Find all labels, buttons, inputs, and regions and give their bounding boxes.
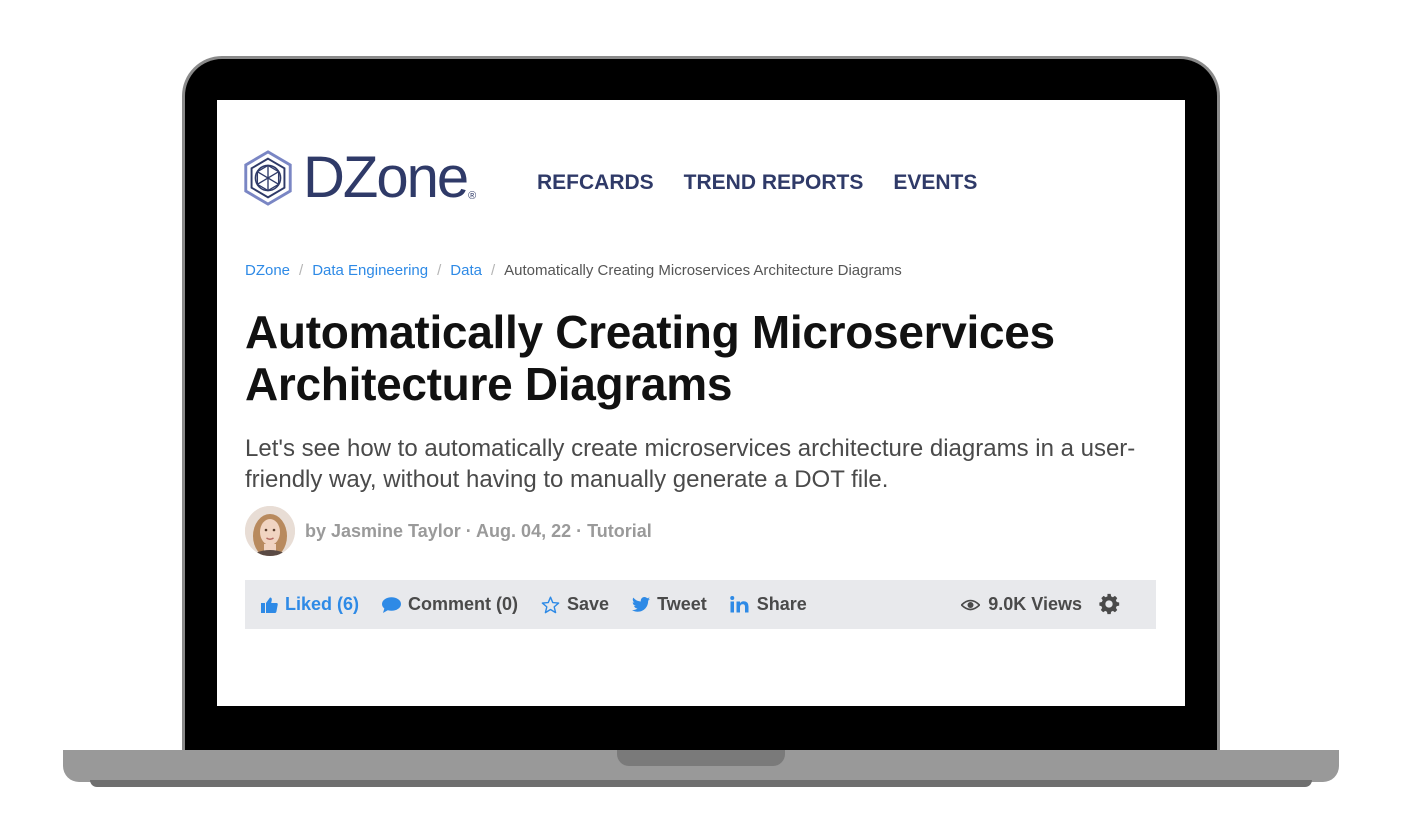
dzone-logo[interactable]: DZone ® [239, 145, 477, 210]
breadcrumb: DZone / Data Engineering / Data / Automa… [245, 262, 902, 279]
comment-label: Comment (0) [408, 594, 519, 614]
tweet-button[interactable]: Tweet [632, 594, 707, 615]
view-count: 9.0K Views [961, 594, 1082, 615]
star-outline-icon [541, 595, 560, 614]
nav-trend-reports[interactable]: TREND REPORTS [684, 171, 864, 195]
dzone-logo-icon [244, 150, 292, 206]
article-title-line1: Automatically Creating Microservices [245, 306, 1055, 358]
thumbs-up-icon [261, 597, 278, 613]
settings-gear-button[interactable] [1098, 593, 1120, 620]
breadcrumb-current: Automatically Creating Microservices Arc… [504, 262, 902, 279]
breadcrumb-separator: / [490, 262, 496, 279]
save-button[interactable]: Save [541, 594, 609, 615]
linkedin-share-button[interactable]: Share [730, 594, 807, 615]
comment-bubble-icon [382, 596, 402, 613]
logo-registered-mark: ® [468, 190, 477, 202]
author-row: by Jasmine Taylor · Aug. 04, 22 · Tutori… [245, 506, 652, 556]
breadcrumb-data-engineering[interactable]: Data Engineering [312, 262, 428, 279]
laptop-notch [617, 750, 785, 766]
twitter-bird-icon [632, 597, 651, 612]
breadcrumb-separator: / [299, 262, 304, 279]
nav-events[interactable]: EVENTS [893, 171, 977, 195]
gear-icon [1099, 593, 1120, 615]
laptop-screen: DZone ® REFCARDS TREND REPORTS EVENTS DZ… [217, 100, 1185, 706]
nav-refcards[interactable]: REFCARDS [537, 171, 654, 195]
views-label: 9.0K Views [988, 594, 1082, 614]
comment-button[interactable]: Comment (0) [382, 594, 518, 615]
avatar-portrait-icon [245, 506, 295, 556]
share-label: Share [756, 594, 807, 614]
like-button[interactable]: Liked (6) [261, 594, 359, 615]
article-action-bar: Liked (6) Comment (0) Save Tweet Share 9… [245, 580, 1156, 629]
like-label: Liked (6) [285, 594, 360, 614]
save-label: Save [567, 594, 610, 614]
breadcrumb-dzone[interactable]: DZone [245, 262, 290, 279]
article-subtitle: Let's see how to automatically create mi… [245, 435, 1136, 493]
tweet-label: Tweet [657, 594, 707, 614]
top-nav: REFCARDS TREND REPORTS EVENTS [537, 171, 977, 195]
article-title-line2: Architecture Diagrams [245, 358, 733, 410]
article-byline: by Jasmine Taylor · Aug. 04, 22 · Tutori… [305, 520, 652, 541]
breadcrumb-data[interactable]: Data [450, 262, 482, 279]
eye-icon [961, 599, 981, 611]
author-avatar[interactable] [245, 506, 295, 556]
laptop-base-shadow [90, 780, 1312, 787]
linkedin-icon [730, 596, 750, 613]
article-title: Automatically Creating Microservices Arc… [245, 306, 1175, 410]
logo-wordmark: DZone [303, 145, 469, 210]
breadcrumb-separator: / [437, 262, 442, 279]
